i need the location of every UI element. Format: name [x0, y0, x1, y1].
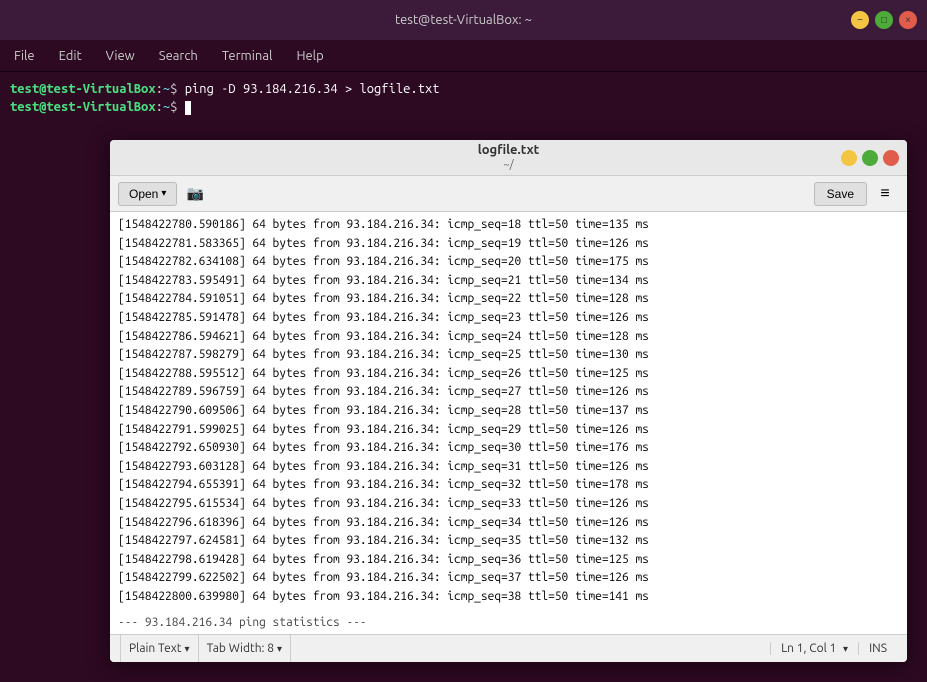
menu-file[interactable]: File: [10, 47, 39, 65]
editor-line: [1548422796.618396] 64 bytes from 93.184…: [118, 514, 899, 533]
editor-line: [1548422782.634108] 64 bytes from 93.184…: [118, 253, 899, 272]
terminal-titlebar: test@test-VirtualBox: ~ − □ ×: [0, 0, 927, 40]
editor-minimize-button[interactable]: [841, 150, 857, 166]
editor-toolbar: Open ▾ 📷 Save ≡: [110, 176, 907, 212]
menu-help[interactable]: Help: [292, 47, 327, 65]
editor-lines-container: [1548422780.590186] 64 bytes from 93.184…: [118, 216, 899, 606]
tab-width-status[interactable]: Tab Width: 8 ▾: [199, 635, 291, 662]
plain-text-status[interactable]: Plain Text ▾: [120, 635, 199, 662]
editor-stats-container: --- 93.184.216.34 ping statistics ---38 …: [118, 614, 899, 634]
editor-line: [1548422792.650930] 64 bytes from 93.184…: [118, 439, 899, 458]
terminal-title: test@test-VirtualBox: ~: [395, 13, 532, 27]
save-button[interactable]: Save: [814, 182, 867, 206]
editor-content[interactable]: [1548422780.590186] 64 bytes from 93.184…: [110, 212, 907, 634]
position-label: Ln 1, Col 1: [781, 642, 836, 655]
editor-statusbar: Plain Text ▾ Tab Width: 8 ▾ Ln 1, Col 1 …: [110, 634, 907, 662]
menu-search[interactable]: Search: [155, 47, 202, 65]
editor-line: [1548422789.596759] 64 bytes from 93.184…: [118, 383, 899, 402]
editor-window-controls: [841, 150, 899, 166]
terminal-prompt-colon2: :: [156, 100, 163, 114]
plain-text-label: Plain Text: [129, 642, 182, 655]
terminal-cmd-text: ping -D 93.184.216.34 > logfile.txt: [185, 82, 440, 96]
terminal-prompt-dollar2: $: [170, 100, 185, 114]
terminal-prompt-dollar: $: [170, 82, 185, 96]
editor-stats-line: --- 93.184.216.34 ping statistics ---: [118, 614, 899, 633]
terminal-window-controls: − □ ×: [851, 11, 917, 29]
editor-line: [1548422783.595491] 64 bytes from 93.184…: [118, 272, 899, 291]
position-chevron: ▾: [843, 643, 848, 654]
menu-terminal[interactable]: Terminal: [218, 47, 277, 65]
plain-text-chevron: ▾: [185, 643, 190, 655]
camera-icon: 📷: [187, 185, 204, 202]
editor-maximize-button[interactable]: [862, 150, 878, 166]
terminal-prompt-user2: test@test-VirtualBox: [10, 100, 156, 114]
open-chevron-icon: ▾: [161, 188, 166, 199]
editor-line: [1548422797.624581] 64 bytes from 93.184…: [118, 532, 899, 551]
editor-close-button[interactable]: [883, 150, 899, 166]
terminal-minimize-button[interactable]: −: [851, 11, 869, 29]
editor-line: [1548422795.615534] 64 bytes from 93.184…: [118, 495, 899, 514]
terminal-maximize-button[interactable]: □: [875, 11, 893, 29]
editor-window: logfile.txt ~/ Open ▾ 📷 Save ≡ [15484227…: [110, 140, 907, 662]
editor-line: [1548422784.591051] 64 bytes from 93.184…: [118, 290, 899, 309]
menu-edit[interactable]: Edit: [55, 47, 86, 65]
editor-line: [1548422788.595512] 64 bytes from 93.184…: [118, 365, 899, 384]
editor-line: [1548422791.599025] 64 bytes from 93.184…: [118, 421, 899, 440]
editor-line: [1548422785.591478] 64 bytes from 93.184…: [118, 309, 899, 328]
editor-line: [1548422800.639980] 64 bytes from 93.184…: [118, 588, 899, 607]
editor-line: [1548422798.619428] 64 bytes from 93.184…: [118, 551, 899, 570]
ins-status: INS: [858, 642, 897, 655]
editor-title: logfile.txt ~/: [478, 143, 539, 172]
editor-line: [1548422787.598279] 64 bytes from 93.184…: [118, 346, 899, 365]
menu-view[interactable]: View: [102, 47, 139, 65]
editor-line: [1548422781.583365] 64 bytes from 93.184…: [118, 235, 899, 254]
open-label: Open: [129, 187, 158, 201]
editor-filename: logfile.txt: [478, 143, 539, 159]
terminal-prompt-colon: :: [156, 82, 163, 96]
editor-titlebar: logfile.txt ~/: [110, 140, 907, 176]
menu-icon-button[interactable]: ≡: [871, 180, 899, 208]
toolbar-icon-button[interactable]: 📷: [181, 180, 209, 208]
editor-line: [1548422799.622502] 64 bytes from 93.184…: [118, 569, 899, 588]
tab-width-chevron: ▾: [277, 643, 282, 655]
terminal-line-2: test@test-VirtualBox:~$: [10, 98, 917, 116]
editor-line: [1548422780.590186] 64 bytes from 93.184…: [118, 216, 899, 235]
hamburger-icon: ≡: [880, 185, 889, 203]
terminal-prompt-user: test@test-VirtualBox: [10, 82, 156, 96]
position-status[interactable]: Ln 1, Col 1 ▾: [770, 642, 858, 655]
tab-width-label: Tab Width: 8: [207, 642, 274, 655]
open-button[interactable]: Open ▾: [118, 182, 177, 206]
terminal-menubar: File Edit View Search Terminal Help: [0, 40, 927, 72]
editor-line: [1548422793.603128] 64 bytes from 93.184…: [118, 458, 899, 477]
terminal-line-1: test@test-VirtualBox:~$ ping -D 93.184.2…: [10, 80, 917, 98]
editor-line: [1548422794.655391] 64 bytes from 93.184…: [118, 476, 899, 495]
editor-line: [1548422786.594621] 64 bytes from 93.184…: [118, 328, 899, 347]
terminal-cursor: [185, 101, 191, 115]
terminal-close-button[interactable]: ×: [899, 11, 917, 29]
editor-path: ~/: [478, 159, 539, 172]
editor-line: [1548422790.609506] 64 bytes from 93.184…: [118, 402, 899, 421]
